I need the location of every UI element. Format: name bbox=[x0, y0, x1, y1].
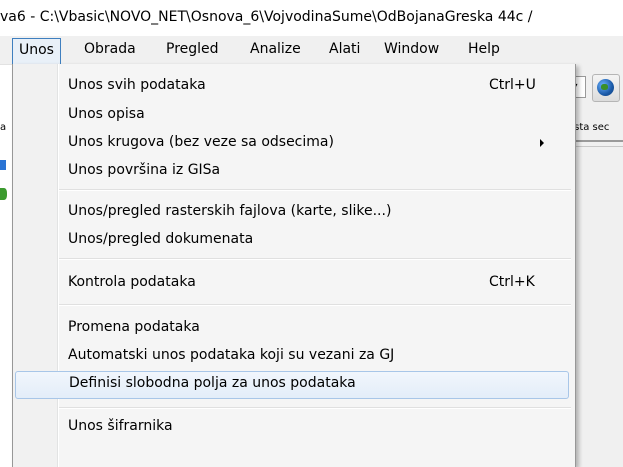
menu-item-label: Automatski unos podataka koji su vezani … bbox=[68, 347, 395, 363]
menu-item-label: Unos opisa bbox=[68, 106, 145, 122]
menu-separator bbox=[59, 258, 571, 260]
menu-item-label: Unos površina iz GISa bbox=[68, 162, 221, 178]
menu-item-unos-povrsina-iz-gisa[interactable]: Unos površina iz GISa bbox=[13, 158, 575, 184]
menu-item-unos-opisa[interactable]: Unos opisa bbox=[13, 102, 575, 128]
menu-item-label: Promena podataka bbox=[68, 319, 200, 335]
title-bar: va6 - C:\Vbasic\NOVO_NET\Osnova_6\Vojvod… bbox=[0, 0, 623, 36]
menu-item-unos-sifrarnika[interactable]: Unos šifrarnika bbox=[13, 414, 575, 440]
globe-button[interactable] bbox=[592, 74, 620, 102]
menu-item-label: Unos/pregled dokumenata bbox=[68, 231, 254, 247]
divider bbox=[575, 140, 623, 142]
menu-item-shortcut: Ctrl+K bbox=[489, 274, 535, 290]
menu-unos[interactable]: Unos bbox=[12, 38, 61, 64]
menu-item-automatski-unos[interactable]: Automatski unos podataka koji su vezani … bbox=[13, 343, 575, 369]
tree-leaf-icon bbox=[0, 188, 7, 200]
menu-item-label: Definisi slobodna polja za unos podataka bbox=[69, 375, 356, 391]
divider bbox=[575, 146, 623, 147]
menu-item-dokumenti[interactable]: Unos/pregled dokumenata bbox=[13, 227, 575, 253]
submenu-arrow-icon bbox=[540, 139, 544, 147]
menu-separator bbox=[59, 407, 571, 409]
menu-bar: Unos Obrada Pregled Analize Alati Window… bbox=[0, 36, 623, 65]
menu-item-label: Unos šifrarnika bbox=[68, 418, 173, 434]
menu-item-label: Unos svih podataka bbox=[68, 77, 206, 93]
menu-separator bbox=[59, 189, 571, 191]
menu-window[interactable]: Window bbox=[378, 39, 445, 59]
menu-item-promena-podataka[interactable]: Promena podataka bbox=[13, 315, 575, 341]
menu-item-unos-krugova[interactable]: Unos krugova (bez veze sa odsecima) bbox=[13, 130, 575, 156]
menu-item-shortcut: Ctrl+U bbox=[489, 77, 536, 93]
window-title: va6 - C:\Vbasic\NOVO_NET\Osnova_6\Vojvod… bbox=[0, 9, 533, 25]
menu-obrada[interactable]: Obrada bbox=[78, 39, 142, 59]
menu-item-label: Unos krugova (bez veze sa odsecima) bbox=[68, 134, 334, 150]
menu-item-unos-svih-podataka[interactable]: Unos svih podataka Ctrl+U bbox=[13, 73, 575, 99]
globe-icon bbox=[597, 79, 614, 96]
menu-item-label: Unos/pregled rasterskih fajlova (karte, … bbox=[68, 203, 392, 219]
menu-pregled[interactable]: Pregled bbox=[160, 39, 225, 59]
tree-node-icon bbox=[0, 160, 6, 170]
unos-dropdown-menu: Unos svih podataka Ctrl+U Unos opisa Uno… bbox=[12, 64, 576, 467]
menu-item-label: Kontrola podataka bbox=[68, 274, 196, 290]
menu-item-definisi-slobodna-polja[interactable]: Definisi slobodna polja za unos podataka bbox=[15, 371, 569, 399]
menu-item-rasterski-fajlovi[interactable]: Unos/pregled rasterskih fajlova (karte, … bbox=[13, 199, 575, 225]
menu-help[interactable]: Help bbox=[462, 39, 506, 59]
menu-item-kontrola-podataka[interactable]: Kontrola podataka Ctrl+K bbox=[13, 270, 575, 296]
menu-separator bbox=[59, 304, 571, 306]
menu-analize[interactable]: Analize bbox=[244, 39, 307, 59]
left-fragment-text: a bbox=[0, 122, 7, 133]
menu-alati[interactable]: Alati bbox=[323, 39, 366, 59]
